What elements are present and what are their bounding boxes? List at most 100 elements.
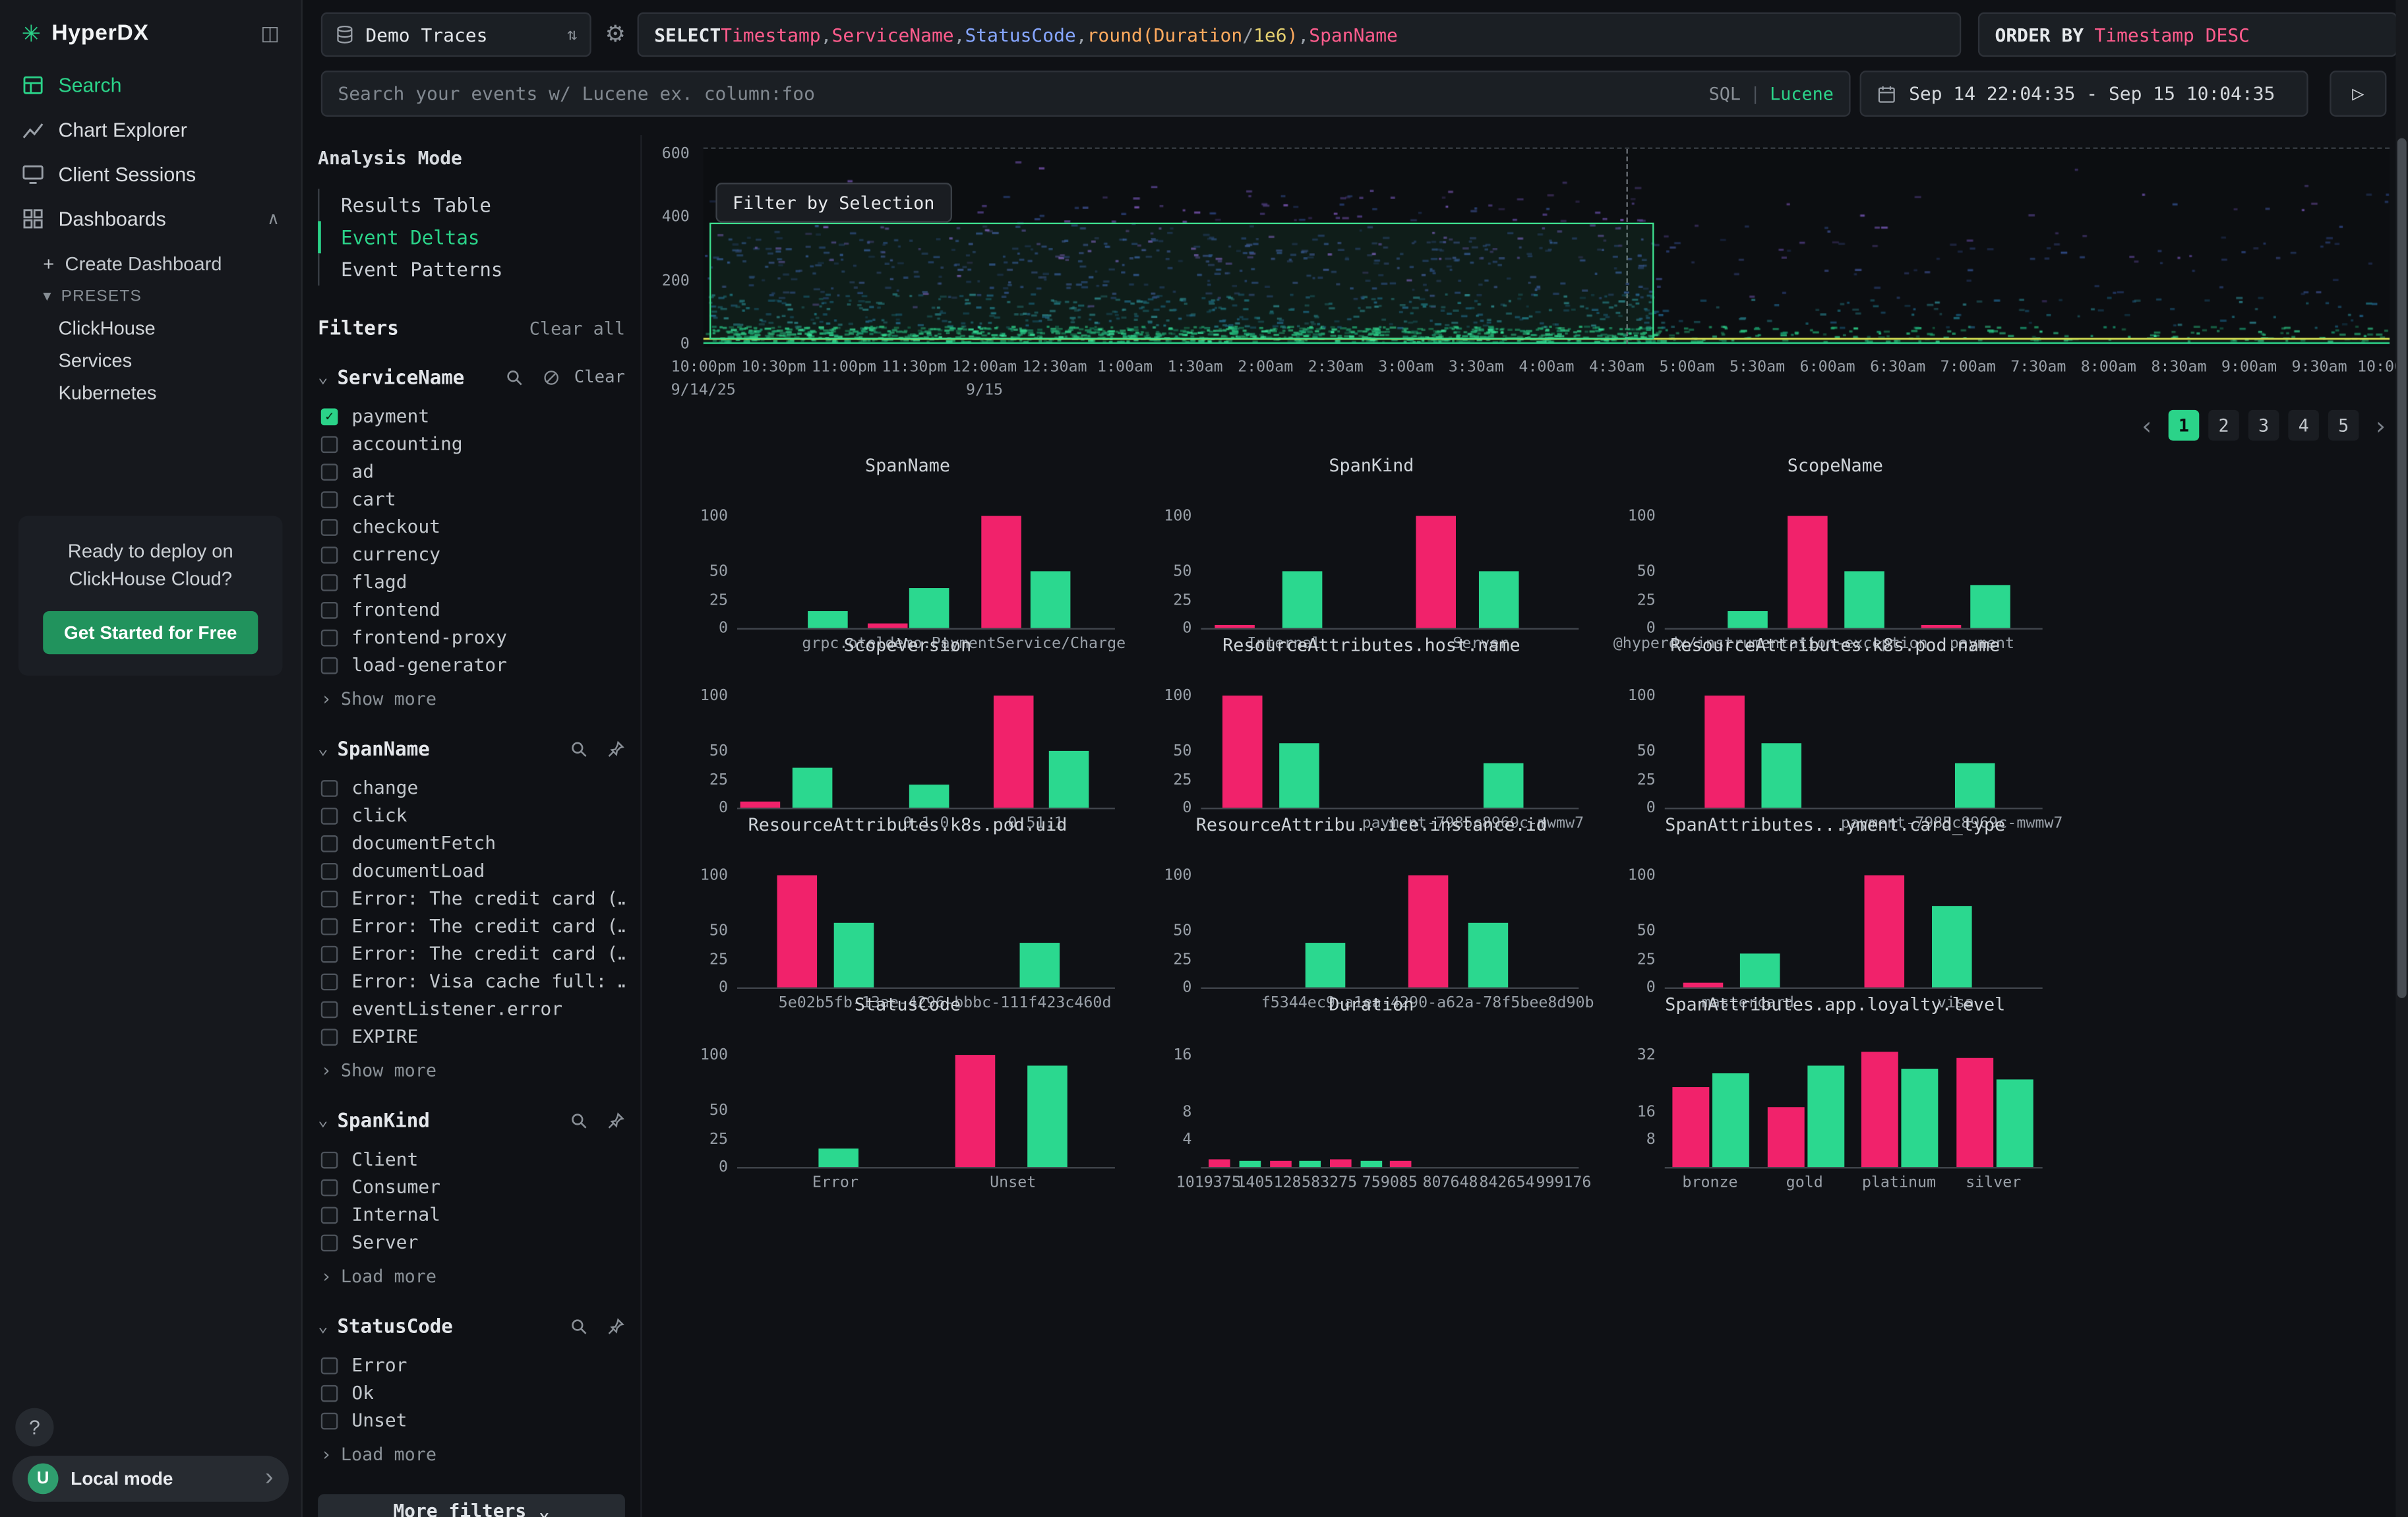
next-page-button[interactable]: › (2368, 410, 2392, 441)
clear-all-filters-button[interactable]: Clear all (529, 317, 625, 339)
filter-option-documentfetch[interactable]: documentFetch (321, 829, 625, 857)
preset-dashboard-services[interactable]: Services (0, 344, 301, 376)
window-scrollbar[interactable] (2395, 0, 2408, 1517)
chevron-down-icon[interactable]: ⌄ (318, 1316, 328, 1336)
search-icon[interactable] (570, 1111, 588, 1129)
collapse-sidebar-icon[interactable]: ◫ (260, 22, 280, 46)
sidebar-item-chart-explorer[interactable]: Chart Explorer (0, 107, 301, 152)
filter-option-error-the-credit-card[interactable]: Error: The credit card (… (321, 912, 625, 939)
filter-option-ad[interactable]: ad (321, 458, 625, 485)
checkbox[interactable] (321, 972, 338, 990)
checkbox[interactable] (321, 574, 338, 591)
sql-query-input[interactable]: SELECT Timestamp, ServiceName, StatusCod… (638, 13, 1962, 57)
checkbox[interactable] (321, 835, 338, 852)
show-more-link[interactable]: ›Show more (321, 1058, 625, 1083)
filter-option-checkout[interactable]: checkout (321, 513, 625, 541)
filter-option-error-the-credit-card[interactable]: Error: The credit card (… (321, 939, 625, 967)
checkbox[interactable] (321, 518, 338, 535)
checkbox[interactable] (321, 657, 338, 674)
settings-gear-icon[interactable]: ⚙ (605, 20, 626, 47)
filter-option-flagd[interactable]: flagd (321, 568, 625, 596)
date-range-picker[interactable]: Sep 14 22:04:35 - Sep 15 10:04:35 (1860, 71, 2308, 117)
page-button-1[interactable]: 1 (2169, 410, 2200, 441)
analysis-mode-results-table[interactable]: Results Table (318, 189, 625, 221)
checkbox[interactable] (321, 1179, 338, 1196)
previous-page-button[interactable]: ‹ (2134, 410, 2159, 441)
preset-dashboard-clickhouse[interactable]: ClickHouse (0, 312, 301, 344)
load-more-link[interactable]: ›Load more (321, 1264, 625, 1288)
filter-option-expire[interactable]: EXPIRE (321, 1023, 625, 1050)
clear-filter-icon[interactable] (542, 368, 560, 386)
page-button-4[interactable]: 4 (2288, 410, 2319, 441)
checkbox[interactable] (321, 890, 338, 907)
filter-option-error-visa-cache-full[interactable]: Error: Visa cache full: … (321, 967, 625, 995)
checkbox[interactable] (321, 1384, 338, 1402)
checkbox[interactable] (321, 945, 338, 963)
checkbox[interactable] (321, 1412, 338, 1429)
filter-option-load-generator[interactable]: load-generator (321, 651, 625, 679)
load-more-link[interactable]: ›Load more (321, 1442, 625, 1466)
checkbox[interactable] (321, 601, 338, 618)
filter-option-documentload[interactable]: documentLoad (321, 857, 625, 885)
pin-icon[interactable] (607, 1317, 625, 1335)
help-button[interactable]: ? (15, 1408, 53, 1446)
filter-option-currency[interactable]: currency (321, 541, 625, 568)
chevron-down-icon[interactable]: ⌄ (318, 738, 328, 758)
checkbox[interactable] (321, 1151, 338, 1168)
filter-option-payment[interactable]: ✓payment (321, 402, 625, 430)
search-icon[interactable] (570, 739, 588, 758)
more-filters-button[interactable]: More filters ⌄ (318, 1494, 625, 1517)
checkbox[interactable] (321, 435, 338, 452)
filter-option-eventlistener-error[interactable]: eventListener.error (321, 995, 625, 1023)
filter-option-unset[interactable]: Unset (321, 1406, 625, 1434)
show-more-link[interactable]: ›Show more (321, 686, 625, 711)
filter-option-click[interactable]: click (321, 802, 625, 829)
page-button-5[interactable]: 5 (2328, 410, 2359, 441)
filter-option-frontend[interactable]: frontend (321, 596, 625, 624)
checkbox[interactable] (321, 1357, 338, 1374)
checkbox[interactable] (321, 629, 338, 646)
filter-option-error[interactable]: Error (321, 1352, 625, 1379)
timeline-selection[interactable] (710, 223, 1654, 340)
filter-option-frontend-proxy[interactable]: frontend-proxy (321, 624, 625, 651)
filter-option-change[interactable]: change (321, 774, 625, 802)
sidebar-item-client-sessions[interactable]: Client Sessions (0, 152, 301, 197)
page-button-2[interactable]: 2 (2208, 410, 2239, 441)
filter-option-client[interactable]: Client (321, 1146, 625, 1174)
search-input[interactable] (338, 83, 1708, 105)
order-by-input[interactable]: ORDER BY Timestamp DESC (1978, 13, 2397, 57)
lucene-toggle[interactable]: Lucene (1770, 83, 1834, 105)
filter-option-consumer[interactable]: Consumer (321, 1173, 625, 1201)
filter-option-cart[interactable]: cart (321, 485, 625, 513)
checkbox[interactable] (321, 546, 338, 563)
search-icon[interactable] (570, 1317, 588, 1335)
pin-icon[interactable] (607, 1111, 625, 1129)
checkbox[interactable] (321, 1206, 338, 1224)
filter-option-error-the-credit-card[interactable]: Error: The credit card (… (321, 885, 625, 912)
checkbox[interactable] (321, 862, 338, 879)
chevron-down-icon[interactable]: ⌄ (318, 367, 328, 387)
sidebar-item-dashboards[interactable]: Dashboards∧ (0, 196, 301, 241)
filter-option-ok[interactable]: Ok (321, 1379, 625, 1407)
checkbox[interactable] (321, 779, 338, 796)
checkbox[interactable]: ✓ (321, 407, 338, 425)
sql-toggle[interactable]: SQL (1709, 83, 1741, 105)
source-selector[interactable]: Demo Traces ⇅ (321, 13, 591, 57)
clear-filter-button[interactable]: Clear (574, 367, 625, 387)
checkbox[interactable] (321, 463, 338, 480)
checkbox[interactable] (321, 918, 338, 935)
page-button-3[interactable]: 3 (2248, 410, 2279, 441)
checkbox[interactable] (321, 807, 338, 824)
chevron-down-icon[interactable]: ⌄ (318, 1110, 328, 1130)
checkbox[interactable] (321, 491, 338, 508)
checkbox[interactable] (321, 1028, 338, 1045)
local-mode-button[interactable]: U Local mode › (13, 1456, 289, 1502)
filter-by-selection-button[interactable]: Filter by Selection (715, 183, 951, 223)
analysis-mode-event-patterns[interactable]: Event Patterns (318, 253, 625, 285)
filter-option-accounting[interactable]: accounting (321, 430, 625, 458)
scrollbar-thumb[interactable] (2397, 138, 2407, 998)
checkbox[interactable] (321, 1000, 338, 1017)
sidebar-item-search[interactable]: Search (0, 63, 301, 107)
analysis-mode-event-deltas[interactable]: Event Deltas (318, 221, 625, 253)
preset-dashboard-kubernetes[interactable]: Kubernetes (0, 376, 301, 409)
